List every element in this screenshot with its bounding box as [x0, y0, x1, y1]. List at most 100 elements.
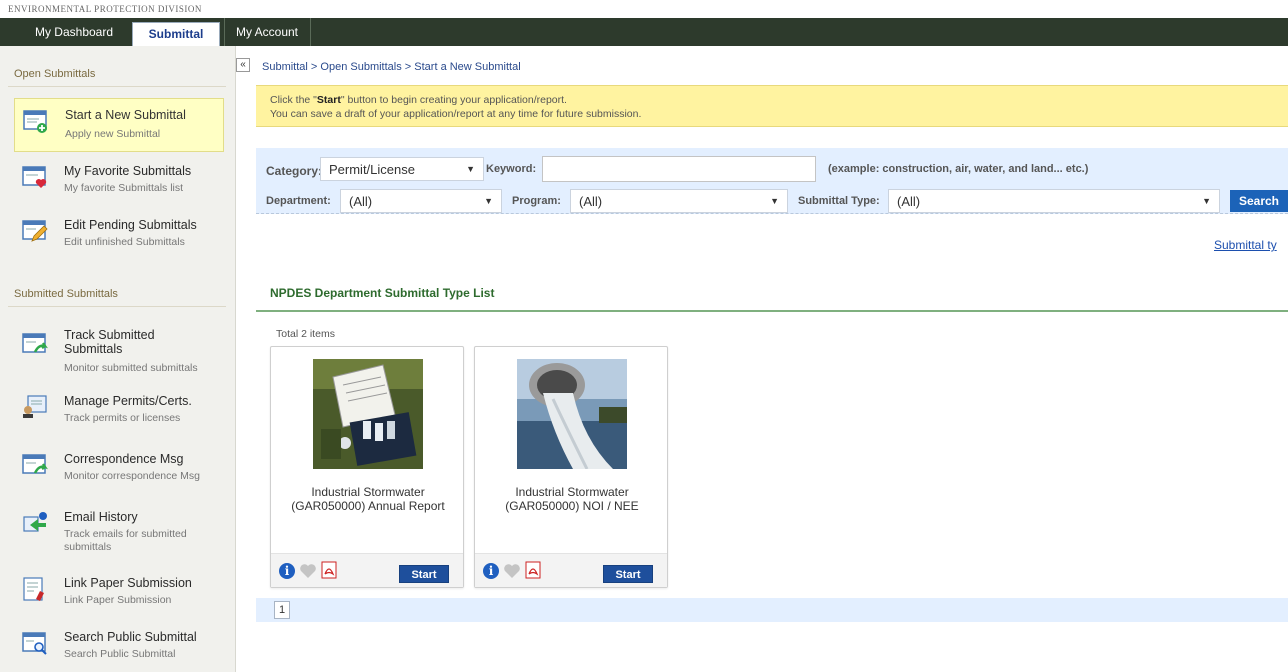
- instruction-notice: Click the "Start" button to begin creati…: [256, 85, 1288, 127]
- sidebar-item-label: Edit Pending Submittals: [64, 218, 197, 232]
- program-label: Program:: [512, 195, 561, 207]
- sidebar-item-label: Email History: [64, 510, 138, 524]
- breadcrumb-separator: >: [404, 61, 415, 73]
- sidebar-item-link-paper[interactable]: Link Paper Submission Link Paper Submiss…: [18, 572, 228, 612]
- water-test-kit-image: [313, 359, 423, 469]
- nav-divider: [224, 18, 225, 46]
- sidebar-item-sublabel: Track emails for submitted submittals: [64, 528, 187, 553]
- pdf-icon[interactable]: [321, 561, 337, 579]
- heart-icon[interactable]: [299, 562, 317, 580]
- submittal-card-name: Industrial Stormwater (GAR050000) Annual…: [291, 485, 445, 513]
- department-select[interactable]: (All) ▼: [340, 189, 502, 213]
- pdf-icon[interactable]: [525, 561, 541, 579]
- info-icon[interactable]: i: [483, 563, 499, 579]
- correspondence-icon: [22, 454, 48, 474]
- department-value: (All): [349, 194, 373, 209]
- submittal-card: Industrial Stormwater (GAR050000) NOI / …: [474, 346, 668, 588]
- sidebar-item-email-history[interactable]: Email History Track emails for submitted…: [18, 506, 228, 560]
- start-button[interactable]: Start: [399, 565, 449, 583]
- submittal-type-link[interactable]: Submittal ty: [1214, 238, 1277, 252]
- breadcrumb: Submittal > Open Submittals > Start a Ne…: [262, 61, 521, 73]
- chevron-down-icon: ▼: [466, 164, 475, 174]
- sidebar-divider: [8, 86, 226, 87]
- sidebar-item-edit-pending[interactable]: Edit Pending Submittals Edit unfinished …: [18, 214, 228, 254]
- sidebar-item-sublabel: Link Paper Submission: [64, 594, 172, 606]
- sidebar-divider: [8, 306, 226, 307]
- category-label: Category:: [266, 164, 323, 178]
- chevron-down-icon: ▼: [770, 196, 779, 206]
- sidebar-item-search-public[interactable]: Search Public Submittal Search Public Su…: [18, 626, 228, 666]
- list-divider: [256, 310, 1288, 312]
- sidebar-item-favorites[interactable]: My Favorite Submittals My favorite Submi…: [18, 160, 228, 200]
- nav-divider: [310, 18, 311, 46]
- notice-line-2: You can save a draft of your application…: [270, 108, 642, 120]
- program-select[interactable]: (All) ▼: [570, 189, 788, 213]
- keyword-label: Keyword:: [486, 163, 537, 175]
- heart-icon[interactable]: [503, 562, 521, 580]
- sidebar-item-label: Search Public Submittal: [64, 630, 197, 644]
- sidebar-item-sublabel: Track permits or licenses: [64, 412, 181, 424]
- breadcrumb-current: Start a New Submittal: [414, 61, 521, 73]
- email-history-icon: [23, 512, 47, 532]
- sidebar-item-label: Track Submitted Submittals: [64, 328, 155, 356]
- submittal-type-label: Submittal Type:: [798, 195, 880, 207]
- submittal-card-name: Industrial Stormwater (GAR050000) NOI / …: [505, 485, 639, 513]
- program-value: (All): [579, 194, 603, 209]
- tab-submittal[interactable]: Submittal: [132, 22, 220, 46]
- chevron-down-icon: ▼: [1202, 196, 1211, 206]
- main-nav: My Dashboard Submittal My Account: [0, 18, 1288, 46]
- notice-line-1: Click the "Start" button to begin creati…: [270, 93, 1288, 107]
- total-count: Total 2 items: [276, 328, 335, 340]
- breadcrumb-submittal[interactable]: Submittal: [262, 61, 308, 73]
- sidebar-item-label: My Favorite Submittals: [64, 164, 192, 178]
- sidebar-item-label: Start a New Submittal: [65, 108, 186, 122]
- add-form-icon: [23, 110, 47, 133]
- notice-text: " button to begin creating your applicat…: [340, 94, 567, 106]
- breadcrumb-separator: >: [310, 61, 321, 73]
- sidebar-item-label: Manage Permits/Certs.: [64, 394, 192, 408]
- sidebar-item-label: Link Paper Submission: [64, 576, 192, 590]
- sidebar-item-start-new[interactable]: Start a New Submittal Apply new Submitta…: [14, 98, 224, 152]
- sidebar-item-permits[interactable]: Manage Permits/Certs. Track permits or l…: [18, 390, 228, 430]
- search-public-icon: [22, 632, 47, 655]
- chevron-down-icon: ▼: [484, 196, 493, 206]
- sidebar-heading-submitted: Submitted Submittals: [14, 288, 118, 300]
- link-paper-icon: [23, 577, 44, 601]
- stormwater-pipe-image: [517, 359, 627, 469]
- tab-my-dashboard[interactable]: My Dashboard: [20, 18, 128, 46]
- card-footer: i Start: [271, 553, 463, 587]
- division-banner: ENVIRONMENTAL PROTECTION DIVISION: [0, 0, 1288, 18]
- favorite-form-icon: [22, 166, 47, 188]
- submittal-card: Industrial Stormwater (GAR050000) Annual…: [270, 346, 464, 588]
- breadcrumb-open-submittals[interactable]: Open Submittals: [320, 61, 401, 73]
- keyword-input[interactable]: [542, 156, 816, 182]
- sidebar: Open Submittals Start a New Submittal Ap…: [0, 46, 236, 672]
- sidebar-item-sublabel: Monitor correspondence Msg: [64, 470, 200, 482]
- department-label: Department:: [266, 195, 331, 207]
- notice-start-word: Start: [316, 94, 341, 106]
- search-button[interactable]: Search: [1230, 190, 1288, 212]
- submittal-type-select[interactable]: (All) ▼: [888, 189, 1220, 213]
- keyword-hint: (example: construction, air, water, and …: [828, 163, 1089, 175]
- category-value: Permit/License: [329, 162, 415, 177]
- page-number-button[interactable]: 1: [274, 601, 290, 619]
- tab-my-account[interactable]: My Account: [226, 18, 308, 46]
- sidebar-item-sublabel: Apply new Submittal: [65, 128, 161, 140]
- sidebar-heading-open: Open Submittals: [14, 68, 96, 80]
- submittal-type-value: (All): [897, 194, 921, 209]
- category-select[interactable]: Permit/License ▼: [320, 157, 484, 181]
- collapse-sidebar-button[interactable]: «: [236, 58, 250, 72]
- track-form-icon: [22, 333, 48, 353]
- sidebar-item-label: Correspondence Msg: [64, 452, 184, 466]
- info-icon[interactable]: i: [279, 563, 295, 579]
- card-footer: i Start: [475, 553, 667, 587]
- list-title: NPDES Department Submittal Type List: [270, 286, 495, 300]
- sidebar-item-track[interactable]: Track Submitted Submittals Monitor submi…: [18, 324, 228, 378]
- sidebar-item-correspondence[interactable]: Correspondence Msg Monitor correspondenc…: [18, 448, 228, 488]
- sidebar-item-sublabel: Monitor submitted submittals: [64, 362, 198, 374]
- notice-text: Click the ": [270, 94, 317, 106]
- start-button[interactable]: Start: [603, 565, 653, 583]
- sidebar-item-sublabel: Search Public Submittal: [64, 648, 176, 660]
- sidebar-item-sublabel: Edit unfinished Submittals: [64, 236, 185, 248]
- sidebar-item-sublabel: My favorite Submittals list: [64, 182, 184, 194]
